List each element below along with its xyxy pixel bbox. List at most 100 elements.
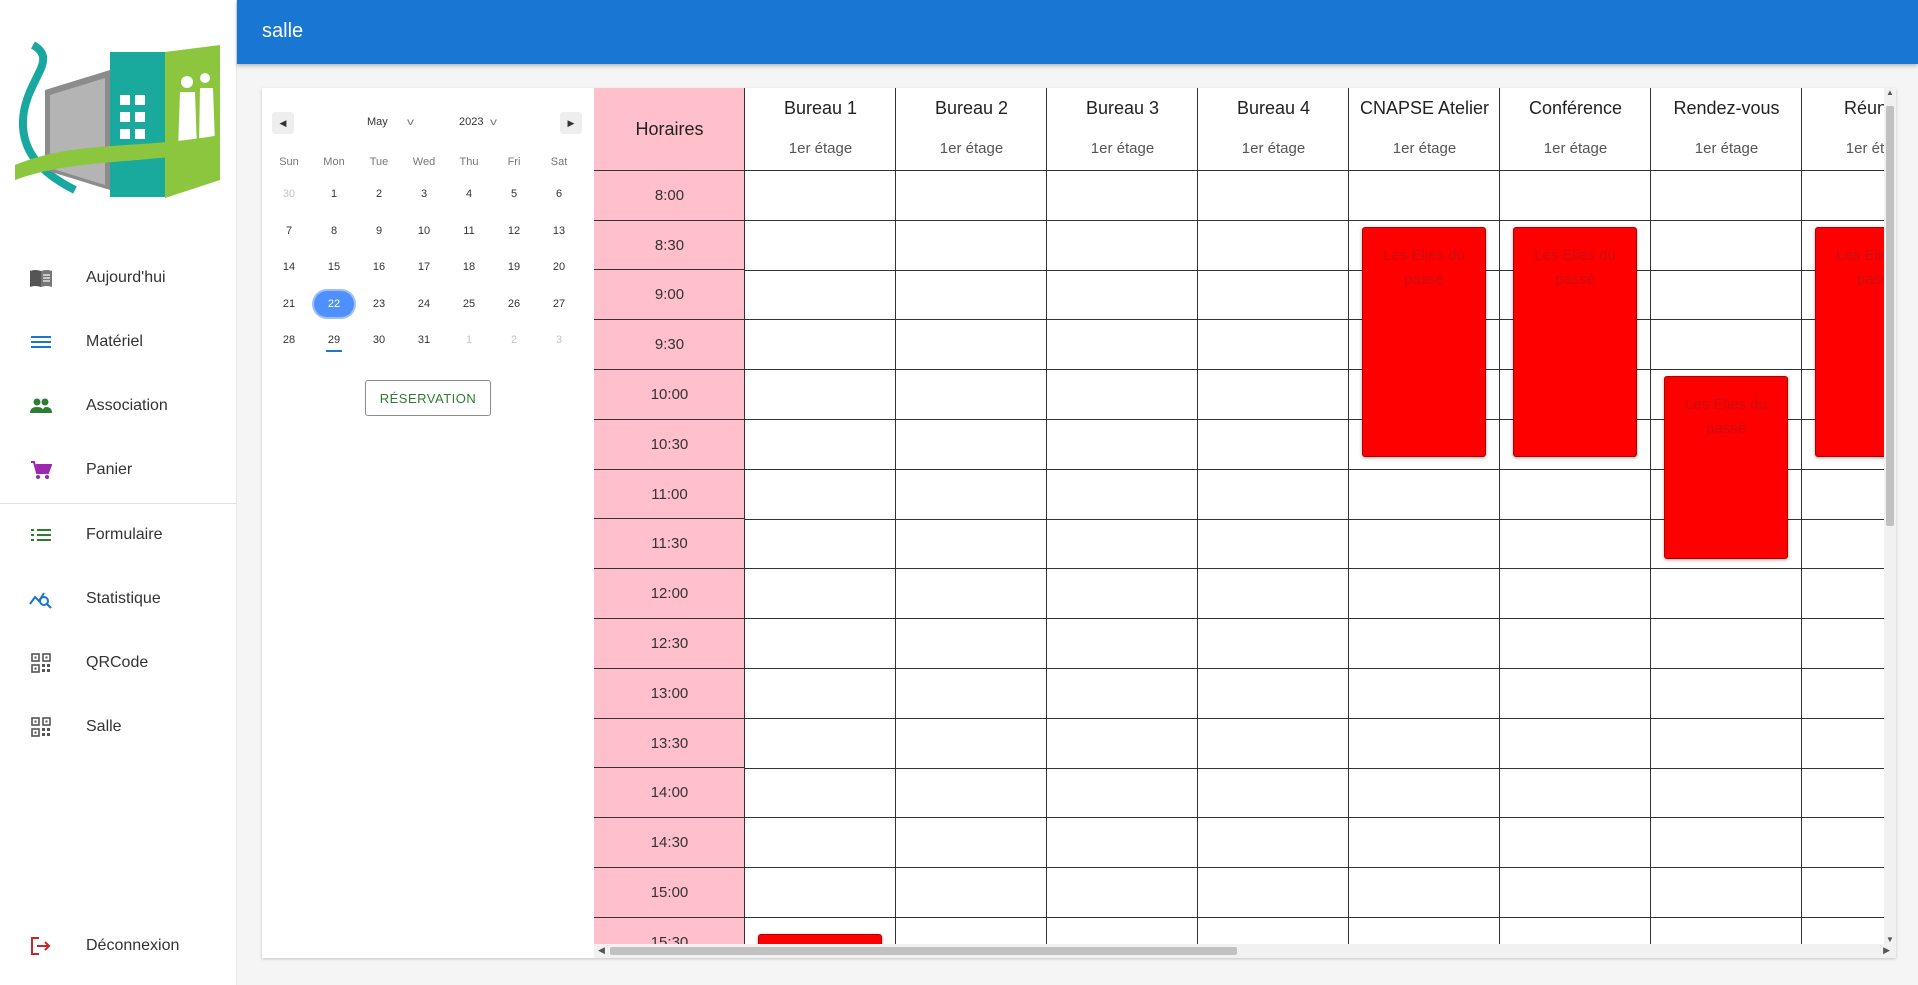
- calendar-day-number: 26: [507, 297, 521, 310]
- calendar-day[interactable]: 5: [494, 181, 534, 207]
- room-header: Conférence 1er étage: [1500, 88, 1651, 171]
- time-slot-label: 8:30: [594, 221, 745, 271]
- reservation-event[interactable]: Les Elies du passé: [1513, 226, 1637, 457]
- sidebar-item-salle[interactable]: Salle: [0, 703, 237, 751]
- vertical-scroll-thumb[interactable]: [1886, 106, 1894, 526]
- room-header: Bureau 1 1er étage: [745, 88, 896, 171]
- scroll-down-icon[interactable]: ▼: [1884, 935, 1896, 944]
- vertical-scrollbar[interactable]: ▲ ▼: [1884, 88, 1896, 944]
- time-slot-label: 15:30: [594, 918, 745, 944]
- grid-row-line: [745, 269, 1884, 271]
- calendar-day[interactable]: 26: [494, 291, 534, 317]
- grid-row-line: [745, 917, 1884, 918]
- sidebar-item-panier[interactable]: Panier: [0, 446, 237, 494]
- calendar-day[interactable]: 1: [449, 327, 489, 353]
- calendar-day[interactable]: 13: [539, 218, 579, 244]
- calendar-day[interactable]: 7: [269, 218, 309, 244]
- calendar-day[interactable]: 27: [539, 291, 579, 317]
- grid-row-line: [745, 219, 1884, 221]
- sidebar-item-qrcode[interactable]: QRCode: [0, 639, 237, 687]
- calendar-day[interactable]: 2: [494, 327, 534, 353]
- calendar-day[interactable]: 31: [404, 327, 444, 353]
- horizontal-scrollbar[interactable]: ◀ ▶: [594, 944, 1896, 958]
- sidebar-item-association[interactable]: Association: [0, 382, 237, 430]
- calendar-day[interactable]: 14: [269, 254, 309, 280]
- calendar-day-number: 6: [555, 188, 563, 200]
- grid-row-line: [745, 668, 1884, 669]
- calendar-day[interactable]: 3: [539, 327, 579, 353]
- next-month-button[interactable]: ▶: [560, 112, 582, 134]
- calendar-day[interactable]: 20: [539, 254, 579, 280]
- time-slot-label: 15:00: [594, 868, 745, 918]
- sidebar-divider: [0, 503, 237, 504]
- calendar-day[interactable]: 19: [494, 254, 534, 280]
- reservation-event[interactable]: [758, 933, 882, 944]
- calendar-day[interactable]: 4: [449, 181, 489, 207]
- app-bar: salle: [237, 0, 1918, 64]
- year-select[interactable]: 2023 v: [459, 116, 497, 128]
- calendar-day[interactable]: 17: [404, 254, 444, 280]
- calendar-day[interactable]: 16: [359, 254, 399, 280]
- room-floor: 1er étage: [1543, 140, 1608, 157]
- logout-icon: [28, 935, 54, 957]
- people-icon: [28, 395, 54, 417]
- time-slot-label: 10:00: [594, 370, 745, 420]
- logout-button[interactable]: Déconnexion: [0, 922, 237, 970]
- calendar-day-number: 19: [507, 261, 521, 273]
- calendar-day[interactable]: 29: [314, 327, 354, 353]
- calendar-day[interactable]: 25: [449, 291, 489, 317]
- calendar-day[interactable]: 8: [314, 218, 354, 244]
- grid-column-line: [1046, 171, 1047, 944]
- prev-month-button[interactable]: ◀: [272, 112, 294, 134]
- calendar-day[interactable]: 18: [449, 254, 489, 280]
- calendar-day-number: 5: [510, 188, 518, 200]
- reservation-event[interactable]: Les Elies du passé: [1664, 376, 1788, 559]
- calendar-day[interactable]: 12: [494, 218, 534, 244]
- calendar-day[interactable]: 10: [404, 218, 444, 244]
- reservation-button[interactable]: RÉSERVATION: [365, 380, 491, 416]
- sidebar-item-formulaire[interactable]: Formulaire: [0, 511, 237, 559]
- calendar-day[interactable]: 11: [449, 218, 489, 244]
- room-name: Rendez-vous: [1673, 98, 1780, 118]
- sidebar-item-materiel[interactable]: Matériel: [0, 318, 237, 366]
- calendar-day[interactable]: 2: [359, 181, 399, 207]
- calendar-day[interactable]: 24: [404, 291, 444, 317]
- calendar-day[interactable]: 30: [359, 327, 399, 353]
- sidebar-item-statistique[interactable]: Statistique: [0, 575, 237, 623]
- time-slot-label: 14:30: [594, 818, 745, 868]
- calendar-day[interactable]: 30: [269, 181, 309, 207]
- month-select[interactable]: May v: [367, 116, 414, 128]
- time-slot-label: 10:30: [594, 420, 745, 470]
- horizontal-scroll-thumb[interactable]: [610, 947, 1237, 955]
- scroll-right-icon[interactable]: ▶: [1883, 945, 1890, 956]
- hours-header: Horaires: [594, 88, 745, 171]
- time-slot-label: 13:30: [594, 719, 745, 769]
- scroll-left-icon[interactable]: ◀: [598, 945, 605, 956]
- calendar-day[interactable]: 23: [359, 291, 399, 317]
- grid-row-line: [745, 319, 1884, 321]
- room-header: Bureau 3 1er étage: [1047, 88, 1198, 171]
- calendar-day-number: 23: [372, 297, 386, 310]
- calendar-day-selected[interactable]: 22: [314, 290, 354, 317]
- page-title: salle: [262, 20, 304, 42]
- reservation-event[interactable]: Les Elies du passé: [1362, 226, 1486, 457]
- calendar-day-number: 30: [282, 188, 296, 200]
- room-name: Conférence: [1528, 98, 1623, 118]
- calendar-day-number: 15: [327, 261, 341, 273]
- calendar-day[interactable]: 28: [269, 327, 309, 353]
- sidebar-item-aujourdhui[interactable]: Aujourd'hui: [0, 254, 237, 302]
- calendar-day[interactable]: 6: [539, 181, 579, 207]
- grid-column-line: [1650, 171, 1651, 944]
- reservation-event[interactable]: Les Elies du passé: [1815, 226, 1884, 457]
- calendar-day[interactable]: 9: [359, 218, 399, 244]
- calendar-day[interactable]: 1: [314, 181, 354, 207]
- room-floor: 1er étage: [1694, 140, 1759, 157]
- time-slot-label: 9:00: [594, 271, 745, 321]
- calendar-day[interactable]: 3: [404, 181, 444, 207]
- calendar-day-number: 2: [510, 334, 518, 346]
- grid-column-line: [1499, 171, 1500, 944]
- calendar-day[interactable]: 15: [314, 254, 354, 280]
- scroll-up-icon[interactable]: ▲: [1884, 88, 1896, 97]
- chevron-right-icon: ▶: [567, 117, 575, 128]
- calendar-day[interactable]: 21: [269, 291, 309, 317]
